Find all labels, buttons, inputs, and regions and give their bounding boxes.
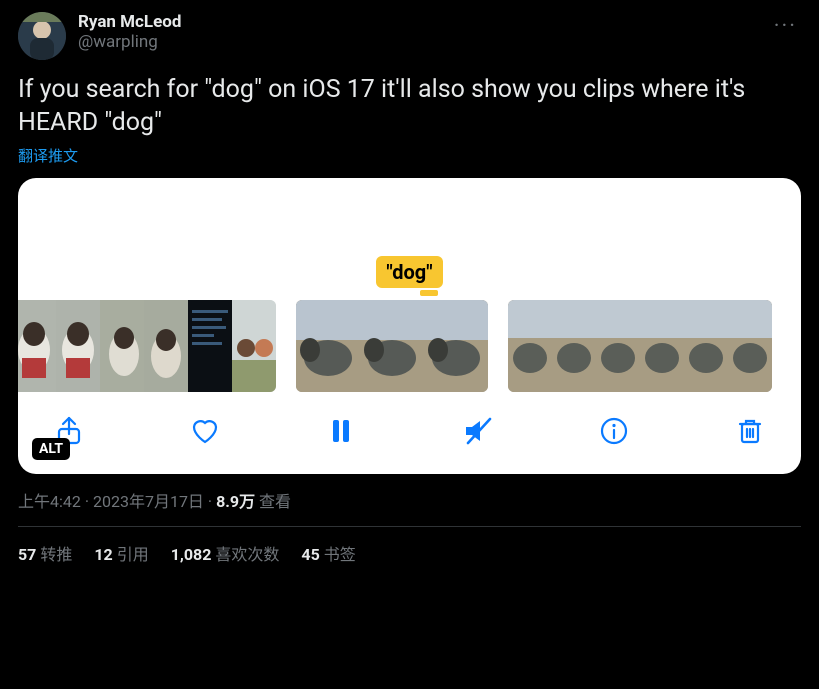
video-frame (640, 300, 684, 392)
video-frame (424, 300, 488, 392)
video-frame (360, 300, 424, 392)
user-handle[interactable]: @warpling (78, 32, 758, 52)
video-frame (56, 300, 100, 392)
video-frame (232, 300, 276, 392)
video-frame (728, 300, 772, 392)
mute-icon[interactable] (461, 414, 495, 448)
video-timeline[interactable] (18, 300, 801, 392)
video-frame (296, 300, 360, 392)
video-frame (684, 300, 728, 392)
tweet-header: Ryan McLeod @warpling ··· (18, 12, 801, 60)
translate-link[interactable]: 翻译推文 (18, 145, 78, 166)
video-frame (188, 300, 232, 392)
tweet-meta: 上午4:42 · 2023年7月17日 · 8.9万 查看 (18, 488, 801, 512)
bookmarks-stat[interactable]: 45书签 (301, 541, 355, 565)
retweets-stat[interactable]: 57转推 (18, 541, 72, 565)
views-count: 8.9万 (216, 492, 255, 511)
trash-icon[interactable] (733, 414, 767, 448)
video-frame (144, 300, 188, 392)
video-frame (552, 300, 596, 392)
pause-icon[interactable] (324, 414, 358, 448)
video-frame (100, 300, 144, 392)
info-icon[interactable] (597, 414, 631, 448)
display-name[interactable]: Ryan McLeod (78, 12, 758, 32)
alt-badge[interactable]: ALT (32, 438, 70, 460)
divider (18, 526, 801, 527)
quotes-stat[interactable]: 12引用 (94, 541, 148, 565)
tweet-stats: 57转推 12引用 1,082喜欢次数 45书签 (18, 541, 801, 565)
views-label: 查看 (255, 492, 291, 511)
media-upper: "dog" (18, 178, 801, 288)
search-chip: "dog" (376, 256, 442, 288)
clip-group[interactable] (296, 300, 488, 392)
search-chip-marker (420, 290, 438, 296)
clip-group[interactable] (18, 300, 276, 392)
video-frame (596, 300, 640, 392)
tweet: Ryan McLeod @warpling ··· If you search … (0, 0, 819, 575)
video-toolbar (18, 392, 801, 474)
tweet-time[interactable]: 上午4:42 (18, 492, 81, 511)
video-frame (508, 300, 552, 392)
video-frame (18, 300, 56, 392)
likes-stat[interactable]: 1,082喜欢次数 (171, 541, 280, 565)
heart-icon[interactable] (188, 414, 222, 448)
avatar[interactable] (18, 12, 66, 60)
clip-group[interactable] (508, 300, 772, 392)
tweet-date[interactable]: 2023年7月17日 (93, 492, 204, 511)
more-button[interactable]: ··· (770, 12, 801, 41)
user-info: Ryan McLeod @warpling (78, 12, 758, 53)
media-card: "dog" (18, 178, 801, 474)
tweet-text: If you search for "dog" on iOS 17 it'll … (18, 74, 801, 139)
avatar-image (18, 12, 66, 60)
